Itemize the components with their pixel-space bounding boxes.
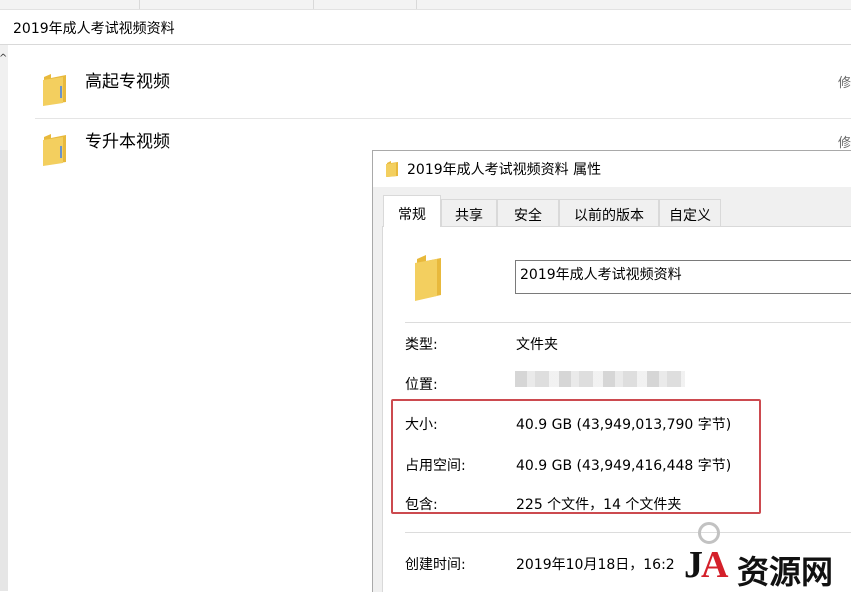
tab-label: 安全 [514,208,542,224]
tab-sharing[interactable]: 共享 [441,199,497,226]
created-value: 2019年10月18日，16:2 [516,557,675,573]
watermark-text: 资源网 [737,553,834,591]
watermark-logo: JA [684,544,728,586]
type-label: 类型: [405,337,438,353]
folder-icon [411,253,443,305]
modified-column-fragment: 修 [837,76,851,91]
list-item-folder-gaoqizhuan[interactable]: 高起专视频 修 [35,60,851,118]
tab-general[interactable]: 常规 [383,195,441,227]
watermark-logo-icon [698,522,720,544]
address-bar[interactable]: 2019年成人考试视频资料 [0,10,851,45]
scrollbar-thumb[interactable] [0,150,8,591]
dialog-title: 2019年成人考试视频资料 属性 [407,162,602,178]
location-value-blurred [515,371,685,387]
toolbar-divider [139,0,140,9]
tab-customize[interactable]: 自定义 [659,199,721,226]
created-label: 创建时间: [405,557,466,573]
tab-label: 以前的版本 [574,208,644,224]
scroll-up-icon[interactable]: ^ [0,53,7,64]
highlight-box [391,399,761,514]
address-path[interactable]: 2019年成人考试视频资料 [13,18,175,38]
folder-icon [385,160,399,182]
toolbar-divider [313,0,314,9]
navigation-pane-scrollbar[interactable]: ^ [0,45,8,591]
toolbar-divider [416,0,417,9]
toolbar-strip [0,0,851,10]
tab-previous-versions[interactable]: 以前的版本 [559,199,659,226]
folder-name[interactable]: 专升本视频 [85,127,170,152]
dialog-titlebar[interactable]: 2019年成人考试视频资料 属性 [373,151,851,187]
divider [405,322,851,323]
tab-label: 常规 [398,207,426,223]
tab-security[interactable]: 安全 [497,199,559,226]
folder-name-input[interactable]: 2019年成人考试视频资料 [515,260,851,294]
divider [405,532,851,533]
tab-label: 自定义 [669,208,711,224]
folder-name[interactable]: 高起专视频 [85,67,170,92]
row-divider [35,118,851,119]
location-label: 位置: [405,377,438,393]
tab-label: 共享 [455,208,483,224]
modified-column-fragment: 修 [837,136,851,151]
folder-icon [40,132,70,170]
folder-icon [40,72,70,110]
type-value: 文件夹 [516,337,558,353]
